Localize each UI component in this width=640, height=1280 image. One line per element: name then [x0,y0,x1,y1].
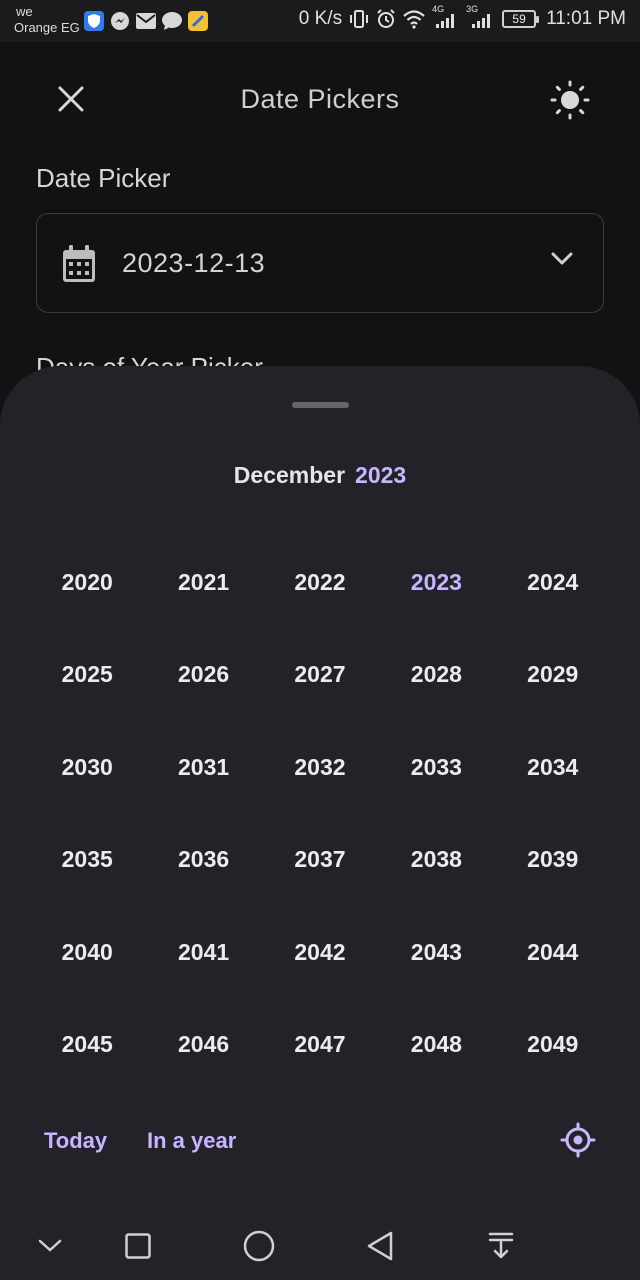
nav-home-button[interactable] [241,1228,277,1264]
locate-icon[interactable] [560,1122,596,1158]
mail-icon [136,11,156,31]
year-option-2049[interactable]: 2049 [495,999,611,1092]
shield-app-icon [84,11,104,31]
year-option-2029[interactable]: 2029 [495,629,611,722]
year-option-2024[interactable]: 2024 [495,536,611,629]
year-option-2026[interactable]: 2026 [145,629,261,722]
today-button[interactable]: Today [44,1128,107,1154]
year-option-2039[interactable]: 2039 [495,814,611,907]
drag-handle[interactable] [292,402,349,408]
clock: 11:01 PM [546,8,626,29]
header-year[interactable]: 2023 [355,462,406,488]
year-option-2041[interactable]: 2041 [145,906,261,999]
date-picker-field[interactable]: 2023-12-13 [36,213,604,313]
year-option-2023[interactable]: 2023 [378,536,494,629]
in-a-year-button[interactable]: In a year [147,1128,236,1154]
page-title: Date Pickers [240,84,400,114]
chat-icon [162,11,182,31]
date-picker-label: Date Picker [36,163,171,193]
alarm-icon [377,9,395,28]
year-option-2036[interactable]: 2036 [145,814,261,907]
year-option-2028[interactable]: 2028 [378,629,494,722]
year-option-2042[interactable]: 2042 [262,906,378,999]
header-month[interactable]: December [234,462,345,488]
status-bar: we Orange EG 0 K/s 4G 3G 59 11:01 PM [0,0,640,42]
chevron-down-icon [551,252,573,265]
pull-down-icon [488,1232,514,1259]
year-option-2025[interactable]: 2025 [29,629,145,722]
nav-collapse-button[interactable] [32,1228,68,1264]
year-option-2047[interactable]: 2047 [262,999,378,1092]
signal-3g-icon: 3G [466,4,496,30]
square-icon [125,1233,151,1259]
carrier: we Orange EG [14,4,80,36]
signal-4g-icon: 4G [432,4,460,30]
nav-back-button[interactable] [362,1228,398,1264]
carrier-line1: we [16,4,33,19]
year-picker-sheet: December 2023 2020 2021 2022 2023 2024 2025 202… [0,366,640,1280]
year-option-2034[interactable]: 2034 [495,721,611,814]
year-option-2046[interactable]: 2046 [145,999,261,1092]
circle-icon [243,1230,275,1262]
app-bar: Date Pickers [0,42,640,158]
year-option-2045[interactable]: 2045 [29,999,145,1092]
carrier-line2: Orange EG [14,20,80,35]
year-option-2027[interactable]: 2027 [262,629,378,722]
year-option-2044[interactable]: 2044 [495,906,611,999]
year-option-2020[interactable]: 2020 [29,536,145,629]
theme-toggle-button[interactable] [548,78,592,122]
nav-recents-button[interactable] [120,1228,156,1264]
navigation-bar [0,1210,640,1280]
network-speed: 0 K/s [298,8,343,29]
year-option-2021[interactable]: 2021 [145,536,261,629]
year-option-2030[interactable]: 2030 [29,721,145,814]
year-option-2035[interactable]: 2035 [29,814,145,907]
year-option-2038[interactable]: 2038 [378,814,494,907]
year-option-2022[interactable]: 2022 [262,536,378,629]
year-option-2040[interactable]: 2040 [29,906,145,999]
status-indicators: 0 K/s 4G 3G 59 11:01 PM [298,4,626,30]
year-grid: 2020 2021 2022 2023 2024 2025 2026 2027 2028 2029… [29,536,611,1091]
back-triangle-icon [367,1231,393,1261]
date-value: 2023-12-13 [122,248,266,278]
sun-icon [550,80,590,120]
notification-icons [84,11,208,31]
messenger-icon [110,11,130,31]
year-option-2031[interactable]: 2031 [145,721,261,814]
chevron-down-icon [38,1239,62,1252]
app-icon [188,11,208,31]
sheet-actions: Today In a year [0,1122,640,1162]
year-option-2037[interactable]: 2037 [262,814,378,907]
wifi-icon [403,10,425,29]
battery-icon: 59 [502,10,540,28]
vibrate-icon [350,10,369,28]
year-option-2033[interactable]: 2033 [378,721,494,814]
year-option-2043[interactable]: 2043 [378,906,494,999]
sheet-header: December 2023 [0,462,640,489]
calendar-icon [63,245,95,282]
year-option-2048[interactable]: 2048 [378,999,494,1092]
year-option-2032[interactable]: 2032 [262,721,378,814]
nav-notifications-button[interactable] [483,1228,519,1264]
